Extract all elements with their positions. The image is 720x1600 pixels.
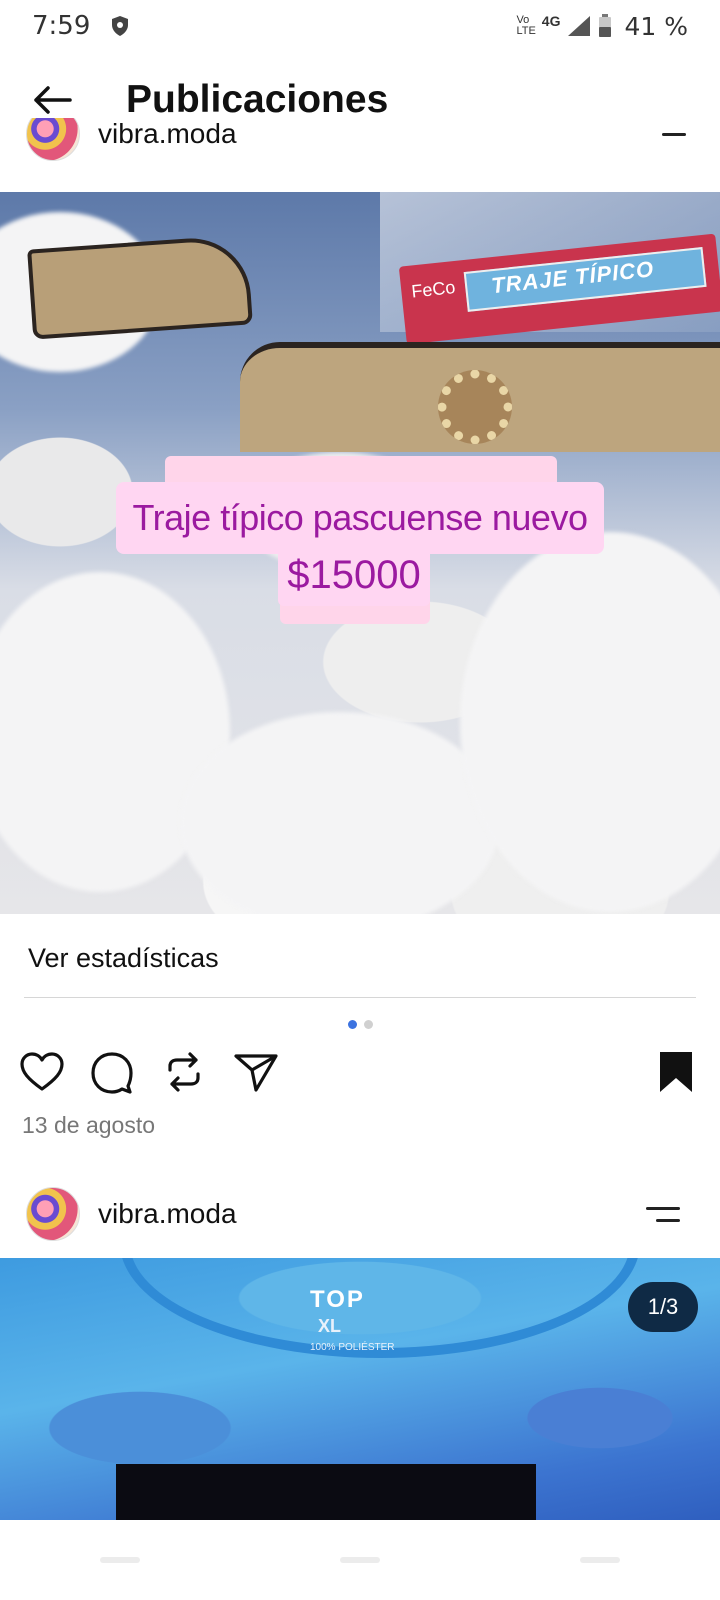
shell-ornament bbox=[438, 370, 512, 444]
volte-indicator: Vo LTE bbox=[516, 15, 535, 37]
tag-fabric: 100% POLIÉSTER bbox=[310, 1342, 395, 1353]
system-nav-bar bbox=[0, 1520, 720, 1600]
heart-icon[interactable] bbox=[18, 1048, 66, 1096]
feathers bbox=[180, 712, 500, 914]
username[interactable]: vibra.moda bbox=[98, 118, 237, 150]
post-date: 13 de agosto bbox=[22, 1112, 156, 1138]
image-counter: 1/3 bbox=[628, 1282, 698, 1332]
battery-level: 41 % bbox=[624, 11, 688, 41]
battery-icon bbox=[599, 14, 612, 37]
feathers bbox=[460, 532, 720, 912]
post-actions bbox=[0, 1048, 720, 1104]
shield-icon bbox=[112, 16, 129, 36]
status-bar: 7:59 Vo LTE 4G 41 % bbox=[0, 0, 720, 52]
post-header: vibra.moda bbox=[0, 118, 720, 192]
more-options-button[interactable] bbox=[646, 1199, 686, 1229]
status-time: 7:59 bbox=[32, 11, 91, 41]
view-stats-link[interactable]: Ver estadísticas bbox=[28, 918, 219, 998]
username[interactable]: vibra.moda bbox=[98, 1198, 237, 1230]
signal-icon bbox=[568, 16, 591, 36]
censor-bar bbox=[116, 1464, 536, 1520]
comment-icon[interactable] bbox=[88, 1048, 136, 1096]
avatar[interactable] bbox=[26, 118, 80, 161]
divider bbox=[24, 997, 696, 998]
network-type: 4G bbox=[541, 13, 561, 29]
carousel-dot bbox=[364, 1020, 373, 1029]
tag-brand: TOP bbox=[310, 1286, 365, 1313]
nav-recents-button[interactable] bbox=[580, 1557, 620, 1563]
volte-bottom: LTE bbox=[516, 25, 536, 37]
nav-back-button[interactable] bbox=[100, 1557, 140, 1563]
post-image[interactable]: FeCo TRAJE TÍPICO Traje típico pascuense… bbox=[0, 192, 720, 914]
image-price: $15000 bbox=[278, 544, 430, 606]
post-image[interactable]: TOP XL 100% POLIÉSTER bbox=[0, 1258, 720, 1520]
nav-home-button[interactable] bbox=[340, 1557, 380, 1563]
tag-size: XL bbox=[318, 1316, 342, 1336]
package-brand: FeCo bbox=[410, 277, 457, 302]
costume-top bbox=[27, 234, 253, 340]
page-title: Publicaciones bbox=[126, 78, 389, 121]
carousel-dot bbox=[348, 1020, 357, 1029]
post-header: vibra.moda bbox=[0, 1178, 720, 1250]
avatar[interactable] bbox=[26, 1187, 80, 1241]
bookmark-icon[interactable] bbox=[652, 1048, 700, 1096]
repost-icon[interactable] bbox=[160, 1048, 208, 1096]
more-options-button[interactable] bbox=[646, 119, 686, 149]
share-icon[interactable] bbox=[232, 1048, 280, 1096]
carousel-dots bbox=[348, 1020, 373, 1029]
status-indicators: Vo LTE 4G 41 % bbox=[516, 12, 688, 41]
arrow-left-icon bbox=[34, 86, 72, 114]
